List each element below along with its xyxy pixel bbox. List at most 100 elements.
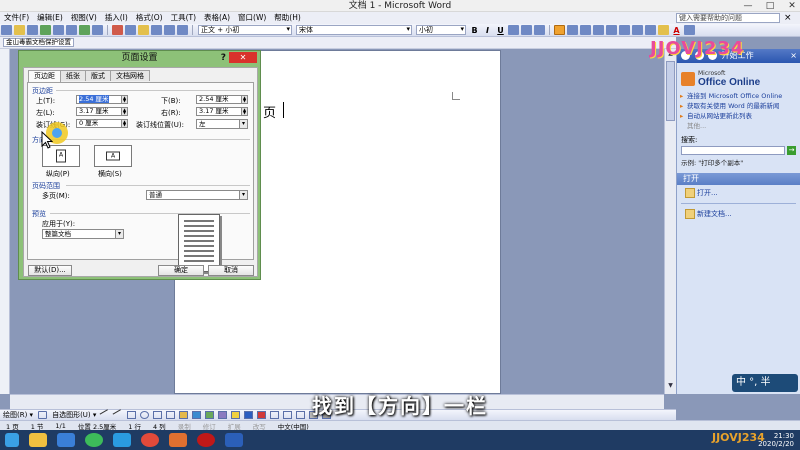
tab-document-grid[interactable]: 文档网格 <box>110 70 150 81</box>
status-trk[interactable]: 修订 <box>197 421 222 431</box>
spelling-icon[interactable] <box>79 25 90 35</box>
task-pane-close-icon[interactable]: × <box>790 49 797 63</box>
decrease-indent-icon[interactable] <box>645 25 656 35</box>
protect-settings-button[interactable]: 金山毒霸文档保护设置 <box>3 38 74 47</box>
chevron-down-icon[interactable]: ▾ <box>115 230 123 238</box>
font-size-select[interactable]: 小初 <box>416 25 466 35</box>
connect-office-online-link[interactable]: 连接到 Microsoft Office Online <box>677 91 800 101</box>
tab-layout[interactable]: 版式 <box>85 70 111 81</box>
chrome-icon[interactable] <box>141 433 159 447</box>
close-document-icon[interactable]: × <box>784 12 792 24</box>
store-icon[interactable] <box>113 433 131 447</box>
gutter-input[interactable]: 0 厘米 ▲ ▼ <box>76 119 128 128</box>
justify-icon[interactable] <box>593 25 604 35</box>
help-icon[interactable]: ? <box>221 51 226 65</box>
save-icon[interactable] <box>27 25 38 35</box>
highlight-icon[interactable] <box>658 25 669 35</box>
app-icon[interactable] <box>169 433 187 447</box>
cloud-drive-icon[interactable] <box>57 433 75 447</box>
tab-margins[interactable]: 页边距 <box>28 70 61 82</box>
format-painter-icon[interactable] <box>151 25 162 35</box>
ok-button[interactable]: 确定 <box>158 265 204 276</box>
new-document-link[interactable]: 新建文档... <box>677 206 800 222</box>
tab-paper[interactable]: 纸张 <box>60 70 86 81</box>
menu-window[interactable]: 窗口(W) <box>234 12 270 24</box>
status-rec[interactable]: 录制 <box>172 421 197 431</box>
multiple-pages-select[interactable]: 普通 ▾ <box>146 190 248 200</box>
chevron-down-icon[interactable]: ▾ <box>239 120 247 128</box>
spin-arrows-icon[interactable]: ▲ ▼ <box>241 108 247 115</box>
menu-help[interactable]: 帮助(H) <box>270 12 305 24</box>
360-browser-icon[interactable] <box>85 433 103 447</box>
char-scale-icon[interactable] <box>534 25 545 35</box>
latest-news-link[interactable]: 获取有关使用 Word 的最新新闻 <box>677 101 800 111</box>
spin-arrows-icon[interactable]: ▲ ▼ <box>121 120 127 127</box>
style-select[interactable]: 正文 + 小初 <box>198 25 292 35</box>
menu-tools[interactable]: 工具(T) <box>167 12 200 24</box>
copy-icon[interactable] <box>125 25 136 35</box>
bold-button[interactable]: B <box>469 26 480 35</box>
char-shading-icon[interactable] <box>521 25 532 35</box>
search-go-icon[interactable]: → <box>787 146 796 155</box>
maximize-button[interactable]: □ <box>764 0 776 12</box>
menu-edit[interactable]: 编辑(E) <box>33 12 67 24</box>
redo-icon[interactable] <box>177 25 188 35</box>
menu-view[interactable]: 视图(V) <box>67 12 101 24</box>
default-button[interactable]: 默认(D)... <box>28 265 72 276</box>
cut-icon[interactable] <box>112 25 123 35</box>
spin-arrows-icon[interactable]: ▲ ▼ <box>121 96 127 103</box>
menu-insert[interactable]: 插入(I) <box>101 12 132 24</box>
menu-file[interactable]: 文件(F) <box>0 12 33 24</box>
phonetic-icon[interactable] <box>684 25 695 35</box>
apply-to-select[interactable]: 整篇文档 ▾ <box>42 229 124 239</box>
explorer-icon[interactable] <box>29 433 47 447</box>
start-icon[interactable] <box>5 433 19 447</box>
cancel-button[interactable]: 取消 <box>208 265 254 276</box>
document-text[interactable]: 页 <box>263 102 276 121</box>
gutter-position-select[interactable]: 左 ▾ <box>196 119 248 129</box>
print-icon[interactable] <box>53 25 64 35</box>
vertical-scrollbar[interactable]: ▲ ▼ <box>664 49 676 394</box>
status-ext[interactable]: 扩展 <box>222 421 247 431</box>
research-icon[interactable] <box>92 25 103 35</box>
align-center-icon[interactable] <box>567 25 578 35</box>
font-select[interactable]: 宋体 <box>296 25 412 35</box>
line-spacing-icon[interactable] <box>606 25 617 35</box>
menu-format[interactable]: 格式(O) <box>132 12 167 24</box>
italic-button[interactable]: I <box>482 26 493 35</box>
print-preview-icon[interactable] <box>66 25 77 35</box>
paste-icon[interactable] <box>138 25 149 35</box>
close-window-button[interactable]: ✕ <box>786 0 798 12</box>
word-icon[interactable] <box>225 433 243 447</box>
underline-button[interactable]: U <box>495 26 506 35</box>
auto-update-link[interactable]: 自动从网站更新此列表 <box>677 111 800 121</box>
help-question-input[interactable]: 键入需要帮助的问题 <box>676 13 780 23</box>
minimize-button[interactable]: — <box>742 0 754 12</box>
new-document-icon[interactable] <box>1 25 12 35</box>
permission-icon[interactable] <box>40 25 51 35</box>
undo-icon[interactable] <box>164 25 175 35</box>
numbering-icon[interactable] <box>619 25 630 35</box>
spin-arrows-icon[interactable]: ▲ ▼ <box>121 108 127 115</box>
top-margin-input[interactable]: 2.54 厘米 ▲ ▼ <box>76 95 128 104</box>
left-margin-input[interactable]: 3.17 厘米 ▲ ▼ <box>76 107 128 116</box>
open-file-link[interactable]: 打开... <box>677 185 800 201</box>
bullets-icon[interactable] <box>632 25 643 35</box>
bottom-margin-input[interactable]: 2.54 厘米 ▲ ▼ <box>196 95 248 104</box>
spin-arrows-icon[interactable]: ▲ ▼ <box>241 96 247 103</box>
status-ovr[interactable]: 改写 <box>247 421 272 431</box>
more-link[interactable]: 其他... <box>677 121 800 131</box>
chevron-down-icon[interactable]: ▾ <box>239 191 247 199</box>
char-border-icon[interactable] <box>508 25 519 35</box>
right-margin-input[interactable]: 3.17 厘米 ▲ ▼ <box>196 107 248 116</box>
align-left-icon[interactable] <box>554 25 565 35</box>
font-color-button[interactable]: A <box>671 26 682 35</box>
record-icon[interactable] <box>197 433 215 447</box>
scroll-thumb[interactable] <box>666 61 675 121</box>
search-input[interactable] <box>681 146 786 155</box>
menu-table[interactable]: 表格(A) <box>200 12 234 24</box>
open-folder-icon[interactable] <box>14 25 25 35</box>
landscape-option[interactable]: A <box>94 145 132 167</box>
scroll-down-icon[interactable]: ▼ <box>666 382 675 389</box>
dialog-close-button[interactable]: ✕ <box>229 52 257 63</box>
